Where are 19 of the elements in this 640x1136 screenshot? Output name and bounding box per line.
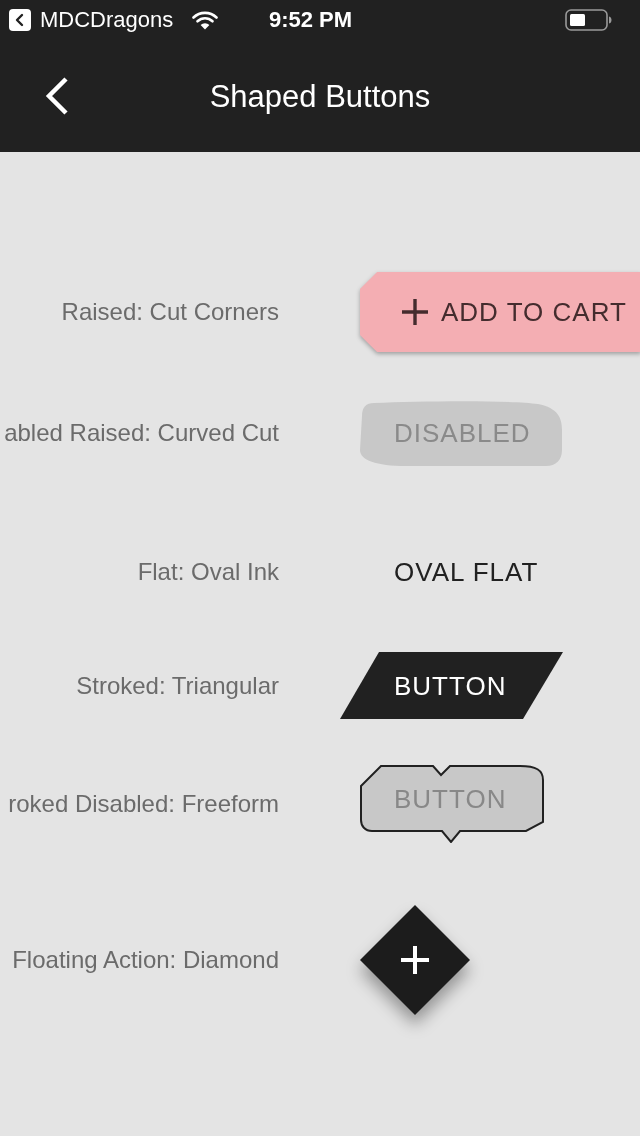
wifi-icon [192,10,219,30]
battery-icon [565,9,612,31]
text-button[interactable]: OVAL FLAT [360,542,573,602]
plus-icon [402,299,428,325]
row-label: Flat: Oval Ink [137,558,279,586]
back-chevron-icon [9,9,31,31]
parallelogram-button[interactable]: BUTTON [340,652,563,719]
row-label: Stroked: Triangular [76,671,279,700]
plus-icon [401,946,429,974]
screen-title: Shaped Buttons [209,80,431,112]
back-chevron-icon [44,77,70,115]
back-to-app-link[interactable]: MDCDragons [9,9,174,31]
row-label: roked Disabled: Freeform [8,790,279,818]
back-button[interactable] [44,77,70,115]
clock-time: 9:52 PM [268,9,353,31]
cut-corner-button[interactable]: ADD TO CART [360,272,640,352]
row-label: Raised: Cut Corners [61,298,279,326]
row-label: Floating Action: Diamond [12,946,279,974]
row-label: abled Raised: Curved Cut [4,419,279,447]
